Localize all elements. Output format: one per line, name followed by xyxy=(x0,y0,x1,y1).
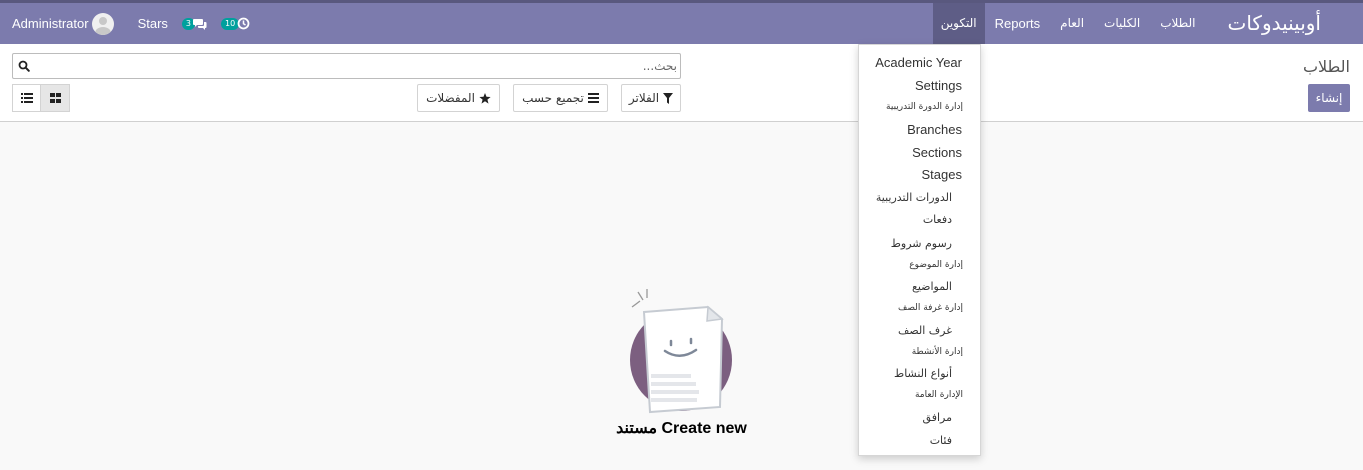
favorites-button[interactable]: المفضلات xyxy=(417,84,500,112)
empty-state: Create new مستند xyxy=(0,123,1363,470)
filters-button[interactable]: الفلاتر xyxy=(621,84,681,112)
page-title: الطلاب xyxy=(1302,57,1350,76)
group-by-button[interactable]: تجميع حسب xyxy=(513,84,608,112)
avatar xyxy=(91,12,114,35)
dropdown-item-sections[interactable]: Sections xyxy=(912,145,962,160)
stars-link[interactable]: Stars xyxy=(138,16,168,31)
dropdown-section-activity-management: إدارة الأنشطة xyxy=(911,347,963,357)
dropdown-item-settings[interactable]: Settings xyxy=(915,78,962,93)
bars-icon xyxy=(587,93,599,103)
menu-students[interactable]: الطلاب xyxy=(1150,3,1205,44)
list-icon xyxy=(20,93,33,103)
user-name: Administrator xyxy=(12,16,89,31)
menu-faculties[interactable]: الكليات xyxy=(1094,3,1150,44)
activity-menu[interactable]: 10 xyxy=(221,17,250,30)
dropdown-item-stages[interactable]: Stages xyxy=(922,167,962,182)
configuration-dropdown: Academic Year Settings إدارة الدورة التد… xyxy=(858,44,981,456)
create-button[interactable]: إنشاء xyxy=(1308,84,1350,112)
user-menu[interactable]: Administrator xyxy=(12,12,114,35)
dropdown-item-branches[interactable]: Branches xyxy=(907,122,962,137)
control-panel: الطلاب إنشاء الفلاتر تجميع حسب المفضلات xyxy=(0,44,1363,122)
dropdown-section-general-management: الإدارة العامة xyxy=(914,390,963,400)
search-input[interactable] xyxy=(40,54,680,78)
grid-icon xyxy=(49,93,61,103)
clock-icon xyxy=(237,17,250,30)
favorites-label: المفضلات xyxy=(426,91,475,105)
app-brand[interactable]: أوبينيدوكات xyxy=(1206,3,1363,44)
search-bar xyxy=(12,53,681,79)
search-icon[interactable] xyxy=(18,60,30,72)
kanban-view-button[interactable] xyxy=(41,84,70,112)
top-navbar: أوبينيدوكات الطلاب الكليات العام Reports… xyxy=(0,0,1363,44)
group-by-label: تجميع حسب xyxy=(522,91,584,105)
chat-icon xyxy=(193,18,207,30)
list-view-button[interactable] xyxy=(12,84,41,112)
messaging-menu[interactable]: 3 xyxy=(181,17,207,30)
menu-general[interactable]: العام xyxy=(1050,3,1094,44)
dropdown-section-subject-management: إدارة الموضوع xyxy=(909,260,963,270)
menu-reports[interactable]: Reports xyxy=(985,3,1051,44)
dropdown-item-facilities[interactable]: مرافق xyxy=(923,411,952,424)
dropdown-item-courses[interactable]: الدورات التدريبية xyxy=(876,191,952,204)
dropdown-item-batches[interactable]: دفعات xyxy=(923,213,952,226)
dropdown-section-classroom-management: إدارة غرفة الصف xyxy=(898,303,963,313)
menu-configuration[interactable]: التكوين xyxy=(932,3,985,44)
star-icon xyxy=(479,92,491,104)
dropdown-item-classrooms[interactable]: غرف الصف xyxy=(898,324,952,337)
systray: Administrator Stars 3 10 xyxy=(12,3,250,44)
dropdown-item-academic-year[interactable]: Academic Year xyxy=(875,55,962,70)
dropdown-section-course-management: إدارة الدورة التدريبية xyxy=(886,102,963,112)
filter-icon xyxy=(663,92,674,104)
empty-state-title: Create new مستند xyxy=(616,420,747,437)
filters-label: الفلاتر xyxy=(628,91,660,105)
view-switcher xyxy=(12,84,70,112)
dropdown-item-fees-terms[interactable]: رسوم شروط xyxy=(891,237,952,250)
dropdown-item-activity-types[interactable]: أنواع النشاط xyxy=(894,367,952,380)
main-menu: أوبينيدوكات الطلاب الكليات العام Reports… xyxy=(932,3,1363,44)
empty-document-illustration xyxy=(630,289,732,414)
dropdown-item-categories[interactable]: فئات xyxy=(930,434,952,447)
dropdown-item-subjects[interactable]: المواضيع xyxy=(912,280,952,293)
